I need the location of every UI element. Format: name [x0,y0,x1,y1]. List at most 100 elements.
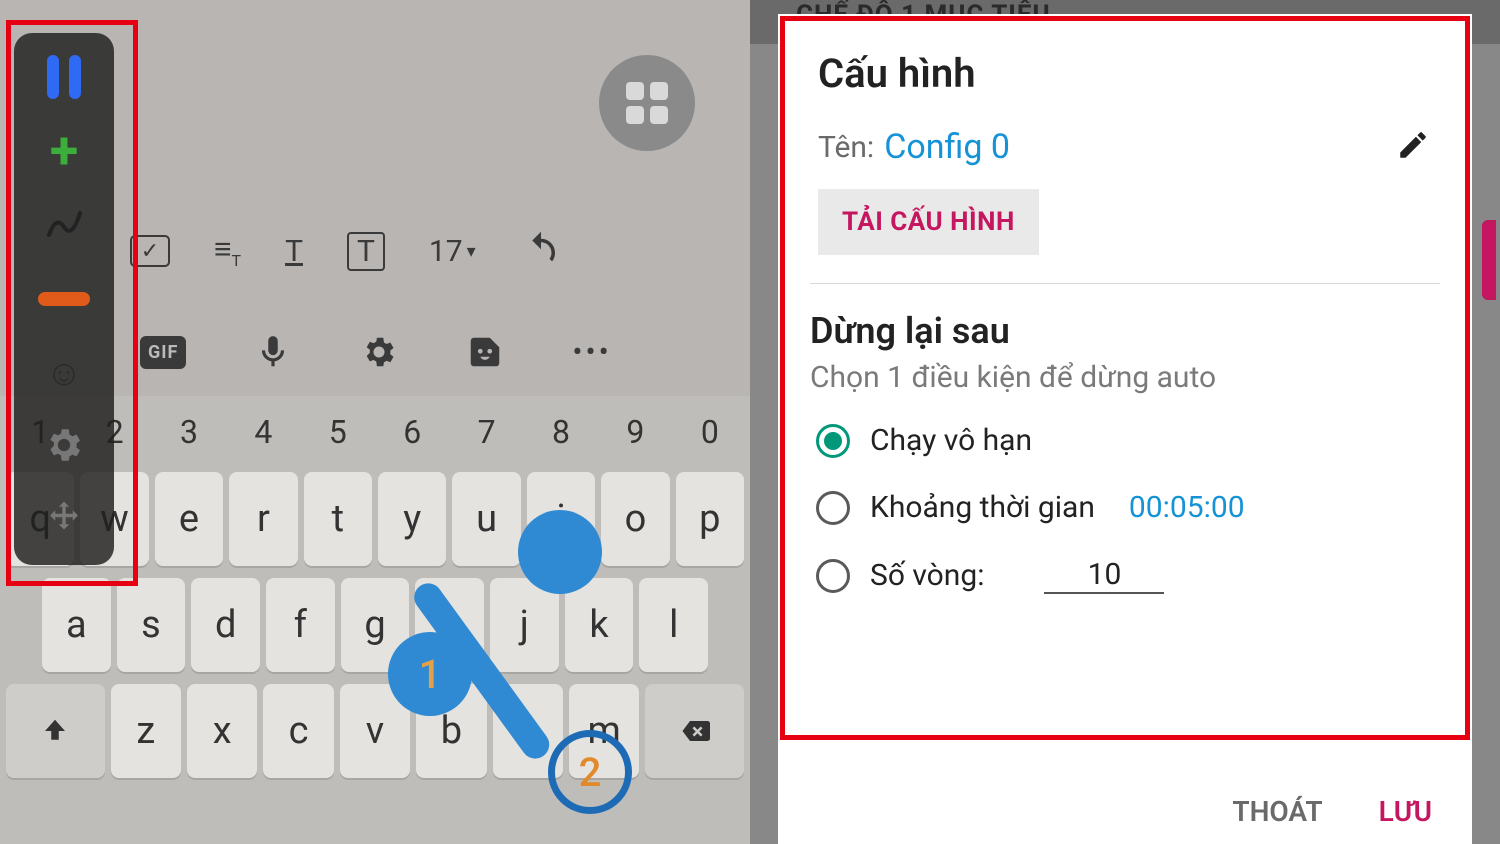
radio-icon [816,491,850,525]
kb-key-t[interactable]: t [304,472,372,566]
underline-tool[interactable]: T [285,234,303,269]
kb-row-qwerty: q w e r t y u i o p [6,472,744,566]
toolbar-settings-button[interactable] [34,417,94,477]
app-grid-fab[interactable] [599,55,695,151]
radio-icon [816,559,850,593]
kb-key-3[interactable]: 3 [155,404,223,460]
kb-key-7[interactable]: 7 [452,404,520,460]
divider [810,283,1440,284]
kb-key-m[interactable]: m [569,684,639,778]
kb-key-0[interactable]: 0 [676,404,744,460]
mic-button[interactable] [254,333,292,371]
minus-icon [38,292,90,306]
gif-button[interactable]: GIF [140,336,186,369]
font-size-value: 17 [429,234,463,269]
checkbox-tool[interactable]: ✓ [130,235,170,267]
grid-icon [626,82,668,124]
kb-key-g[interactable]: g [341,578,410,672]
radio-label: Khoảng thời gian [870,490,1095,525]
sticker-button[interactable] [466,333,504,371]
kb-key-l[interactable]: l [639,578,708,672]
underline-icon: T [285,234,303,269]
load-config-button[interactable]: TẢI CẤU HÌNH [818,189,1039,255]
kb-key-shift[interactable] [6,684,105,778]
line-spacing-tool[interactable]: ≡T [214,232,241,270]
sticker-icon [466,333,504,371]
save-button[interactable]: LƯU [1379,795,1432,828]
kb-key-y[interactable]: y [378,472,446,566]
kb-key-backspace[interactable] [645,684,744,778]
kb-key-u[interactable]: u [452,472,520,566]
kb-key-j[interactable]: j [490,578,559,672]
gear-icon [43,424,85,470]
edit-name-button[interactable] [1396,128,1430,166]
kb-key-b[interactable]: b [416,684,486,778]
kb-key-9[interactable]: 9 [601,404,669,460]
kb-key-v[interactable]: v [340,684,410,778]
emoji-button[interactable]: ☺ [34,343,94,403]
move-toolbar-handle[interactable] [34,491,94,551]
pause-icon [47,55,81,99]
pause-button[interactable] [34,47,94,107]
name-label: Tên: [818,130,874,165]
kb-key-f[interactable]: f [266,578,335,672]
kb-key-5[interactable]: 5 [304,404,372,460]
dialog-title: Cấu hình [810,50,1440,97]
remove-target-button[interactable] [34,269,94,329]
checkbox-icon: ✓ [130,235,170,267]
textbox-icon: T [347,232,385,271]
move-icon [43,498,85,544]
kb-key-z[interactable]: z [111,684,181,778]
kb-key-4[interactable]: 4 [229,404,297,460]
exit-button[interactable]: THOÁT [1232,795,1322,828]
kb-key-p[interactable]: p [676,472,744,566]
kb-key-s[interactable]: s [117,578,186,672]
line-spacing-icon: ≡T [214,232,241,270]
kb-number-row: 1 2 3 4 5 6 7 8 9 0 [6,404,744,460]
kb-key-8[interactable]: 8 [527,404,595,460]
shift-icon [40,716,70,746]
radio-label: Số vòng: [870,558,984,593]
backspace-icon [680,716,710,746]
kb-more-button[interactable]: ••• [572,335,611,370]
kb-key-e[interactable]: e [155,472,223,566]
radio-label: Chạy vô hạn [870,423,1032,458]
duration-value[interactable]: 00:05:00 [1129,490,1245,525]
stop-section-title: Dừng lại sau [810,310,1440,352]
mic-icon [254,333,292,371]
kb-row-asdf: a s d f g h j k l [6,578,744,672]
kb-key-d[interactable]: d [191,578,260,672]
draw-swipe-button[interactable] [34,195,94,255]
kb-key-k[interactable]: k [565,578,634,672]
radio-loops[interactable]: Số vòng: [816,557,1440,594]
font-size-tool[interactable]: 17▾ [429,234,476,269]
left-screenshot: + ☺ ✓ ≡T T T 17▾ [0,0,750,844]
chevron-down-icon: ▾ [467,241,476,262]
undo-button[interactable] [520,230,562,272]
kb-key-x[interactable]: x [187,684,257,778]
kb-key-a[interactable]: a [42,578,111,672]
stop-condition-radio-group: Chạy vô hạn Khoảng thời gian 00:05:00 Số… [810,423,1440,594]
config-name-row: Tên: Config 0 [810,127,1440,167]
kb-row-zxcv: z x c v b n m [6,684,744,778]
radio-infinite[interactable]: Chạy vô hạn [816,423,1440,458]
kb-key-c[interactable]: c [263,684,333,778]
emoji-icon: ☺ [46,352,83,394]
gear-icon [360,333,398,371]
keyboard-toolbar: GIF ••• [140,322,710,382]
kb-key-r[interactable]: r [229,472,297,566]
kb-key-o[interactable]: o [601,472,669,566]
kb-key-i[interactable]: i [527,472,595,566]
kb-key-h[interactable]: h [415,578,484,672]
kb-settings-button[interactable] [360,333,398,371]
autoclicker-floating-toolbar[interactable]: + ☺ [14,33,114,565]
right-screenshot: CHẾ ĐỘ 1 MỤC TIÊU Cấu hình Tên: Config 0… [750,0,1500,844]
kb-key-6[interactable]: 6 [378,404,446,460]
add-target-button[interactable]: + [34,121,94,181]
radio-duration[interactable]: Khoảng thời gian 00:05:00 [816,490,1440,525]
kb-key-n[interactable]: n [493,684,563,778]
loops-input[interactable] [1044,557,1164,594]
plus-icon: + [50,125,78,177]
textbox-tool[interactable]: T [347,232,385,271]
undo-icon [520,230,562,272]
